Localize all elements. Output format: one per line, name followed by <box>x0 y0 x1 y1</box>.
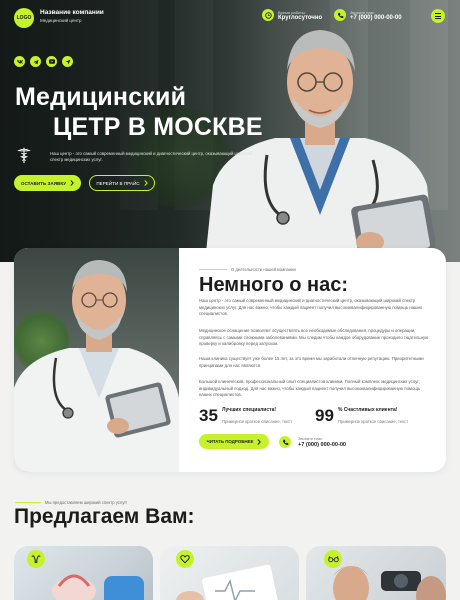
menu-icon <box>435 13 441 15</box>
logo[interactable]: LOGO <box>14 8 34 28</box>
service-card[interactable] <box>14 546 153 600</box>
send-icon[interactable] <box>62 56 73 67</box>
phone-icon <box>279 436 291 448</box>
hero-title-line2: ЦЕТР В МОСКВЕ <box>53 113 263 141</box>
stat-description: Примерное краткое описание, текст <box>222 419 293 424</box>
clock-icon <box>262 9 274 21</box>
call-label: Звоните нам: <box>298 436 323 441</box>
price-list-label: ПЕРЕЙТИ В ПРАЙС <box>96 180 140 186</box>
stat-label: % Счастливых клиента! <box>338 407 398 413</box>
chevron-right-icon <box>144 180 148 186</box>
telegram-icon[interactable] <box>30 56 41 67</box>
leave-request-label: ОСТАВИТЬ ЗАЯВКУ <box>20 180 67 186</box>
call-phone[interactable]: +7 (000) 000-00-00 <box>298 442 346 448</box>
about-paragraph: Большой клинический, профессиональный оп… <box>199 379 421 398</box>
phone-value[interactable]: +7 (000) 000-00-00 <box>350 15 402 21</box>
stat-number: 35 <box>199 406 218 425</box>
about-paragraph: Медицинское оснащение позволяет осуществ… <box>199 328 429 347</box>
service-card[interactable] <box>306 546 446 600</box>
chevron-right-icon <box>257 438 262 445</box>
menu-button[interactable] <box>431 9 445 23</box>
phone-icon <box>334 9 346 21</box>
stat-label: Лучших специалиста! <box>222 407 277 413</box>
company-subtitle: Медицинский центр <box>40 18 82 23</box>
stat-number: 99 <box>315 406 334 425</box>
hero-description: Наш центр - это самый современный медици… <box>50 151 252 163</box>
price-list-button[interactable]: ПЕРЕЙТИ В ПРАЙС <box>89 175 155 191</box>
company-name: Название компании <box>40 9 104 16</box>
about-overline: О деятельности нашей компании <box>199 267 296 272</box>
stat-description: Примерное краткое описание, текст <box>338 419 409 424</box>
accent-line <box>199 268 227 271</box>
leave-request-button[interactable]: ОСТАВИТЬ ЗАЯВКУ <box>14 175 81 191</box>
heart-icon <box>176 550 194 568</box>
accent-line <box>15 501 41 504</box>
hero-title-line1: Медицинский <box>15 83 187 111</box>
uterus-icon <box>27 550 45 568</box>
youtube-icon[interactable] <box>46 56 57 67</box>
vk-icon[interactable] <box>14 56 25 67</box>
about-overline-text: О деятельности нашей компании <box>231 267 296 272</box>
caduceus-icon <box>17 147 31 164</box>
about-title: Немного о нас: <box>199 274 348 296</box>
about-section: О деятельности нашей компании Немного о … <box>14 248 446 472</box>
hero-section: LOGO Название компании Медицинский центр… <box>0 0 460 262</box>
read-more-button[interactable]: ЧИТАТЬ ПОДРОБНЕЕ <box>199 434 269 449</box>
about-paragraph: Наш центр - это самый современный медици… <box>199 298 423 317</box>
about-paragraph: Наша клиника существует уже более 15 лет… <box>199 356 424 368</box>
services-title: Предлагаем Вам: <box>14 505 195 528</box>
service-card[interactable] <box>160 546 299 600</box>
doctor-tablet-image <box>14 248 179 472</box>
hours-value: Круглосуточно <box>278 15 323 21</box>
glasses-icon <box>324 550 342 568</box>
chevron-right-icon <box>70 180 75 186</box>
read-more-label: ЧИТАТЬ ПОДРОБНЕЕ <box>206 439 254 444</box>
